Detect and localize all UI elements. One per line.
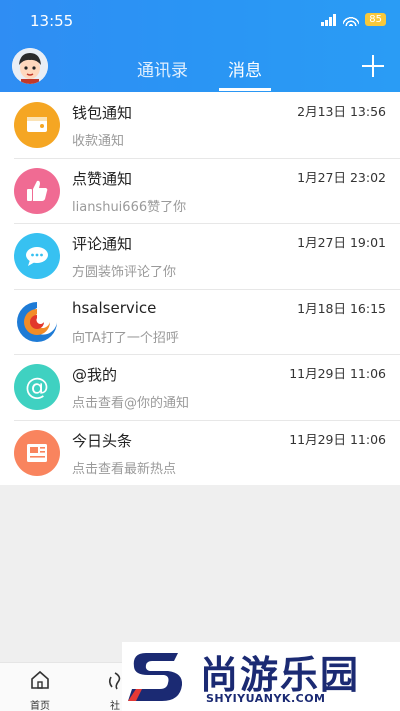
header: 13:55 85 通讯录 消息	[0, 0, 400, 92]
item-title: hsalservice	[72, 298, 157, 317]
status-icons: 85	[321, 13, 386, 26]
list-item[interactable]: 今日头条 点击查看最新热点 11月29日 11:06	[0, 419, 400, 486]
list-item[interactable]: 点赞通知 lianshui666赞了你 1月27日 23:02	[0, 157, 400, 224]
status-time: 13:55	[30, 12, 74, 30]
nav-label: 首页	[30, 701, 50, 711]
watermark: 尚游乐园 SHYIYUANYK.COM	[122, 642, 400, 711]
list-item[interactable]: @ @我的 点击查看@你的通知 11月29日 11:06	[0, 354, 400, 420]
avatar[interactable]	[12, 48, 48, 84]
item-title: 今日头条	[72, 431, 133, 450]
item-time: 1月27日 23:02	[297, 169, 386, 185]
wifi-icon	[343, 13, 360, 26]
signal-icon	[321, 13, 337, 26]
list-item[interactable]: hsalservice 向TA打了一个招呼 1月18日 16:15	[0, 288, 400, 355]
item-title: @我的	[72, 366, 118, 384]
tab-messages[interactable]: 消息	[228, 56, 262, 81]
item-subtitle: 方圆装饰评论了你	[72, 265, 177, 280]
item-time: 11月29日 11:06	[289, 366, 386, 381]
svg-text:@: @	[25, 373, 49, 401]
item-title: 点赞通知	[72, 169, 133, 188]
battery-icon: 85	[365, 13, 386, 26]
item-subtitle: 向TA打了一个招呼	[72, 330, 179, 346]
add-icon[interactable]	[362, 55, 384, 77]
thumbs-up-icon	[14, 167, 60, 214]
item-subtitle: 收款通知	[72, 134, 125, 149]
item-title: 评论通知	[72, 235, 133, 253]
message-list: 钱包通知 收款通知 2月13日 13:56 点赞通知 lianshui666赞了…	[0, 92, 400, 485]
watermark-text: 尚游乐园	[200, 653, 361, 697]
at-icon: @	[14, 364, 60, 410]
watermark-url: SHYIYUANYK.COM	[206, 692, 326, 705]
nav-home[interactable]: 首页	[20, 669, 60, 711]
list-item[interactable]: 评论通知 方圆装饰评论了你 1月27日 19:01	[0, 223, 400, 289]
watermark-logo-icon	[128, 653, 183, 701]
item-title: 钱包通知	[72, 104, 133, 122]
item-subtitle: 点击查看最新热点	[72, 461, 177, 477]
item-time: 2月13日 13:56	[297, 104, 386, 119]
item-time: 1月18日 16:15	[297, 300, 386, 316]
list-item[interactable]: 钱包通知 收款通知 2月13日 13:56	[0, 92, 400, 158]
avatar-image	[12, 48, 48, 84]
item-subtitle: lianshui666赞了你	[72, 199, 187, 215]
tab-indicator	[219, 88, 271, 91]
tab-contacts[interactable]: 通讯录	[137, 56, 188, 81]
item-time: 1月27日 19:01	[297, 235, 386, 250]
newspaper-icon	[14, 429, 60, 476]
service-logo-icon	[14, 298, 60, 345]
comment-icon	[14, 233, 60, 279]
home-icon	[31, 670, 49, 689]
wallet-icon	[14, 102, 60, 148]
item-subtitle: 点击查看@你的通知	[72, 396, 190, 411]
item-time: 11月29日 11:06	[289, 431, 386, 447]
